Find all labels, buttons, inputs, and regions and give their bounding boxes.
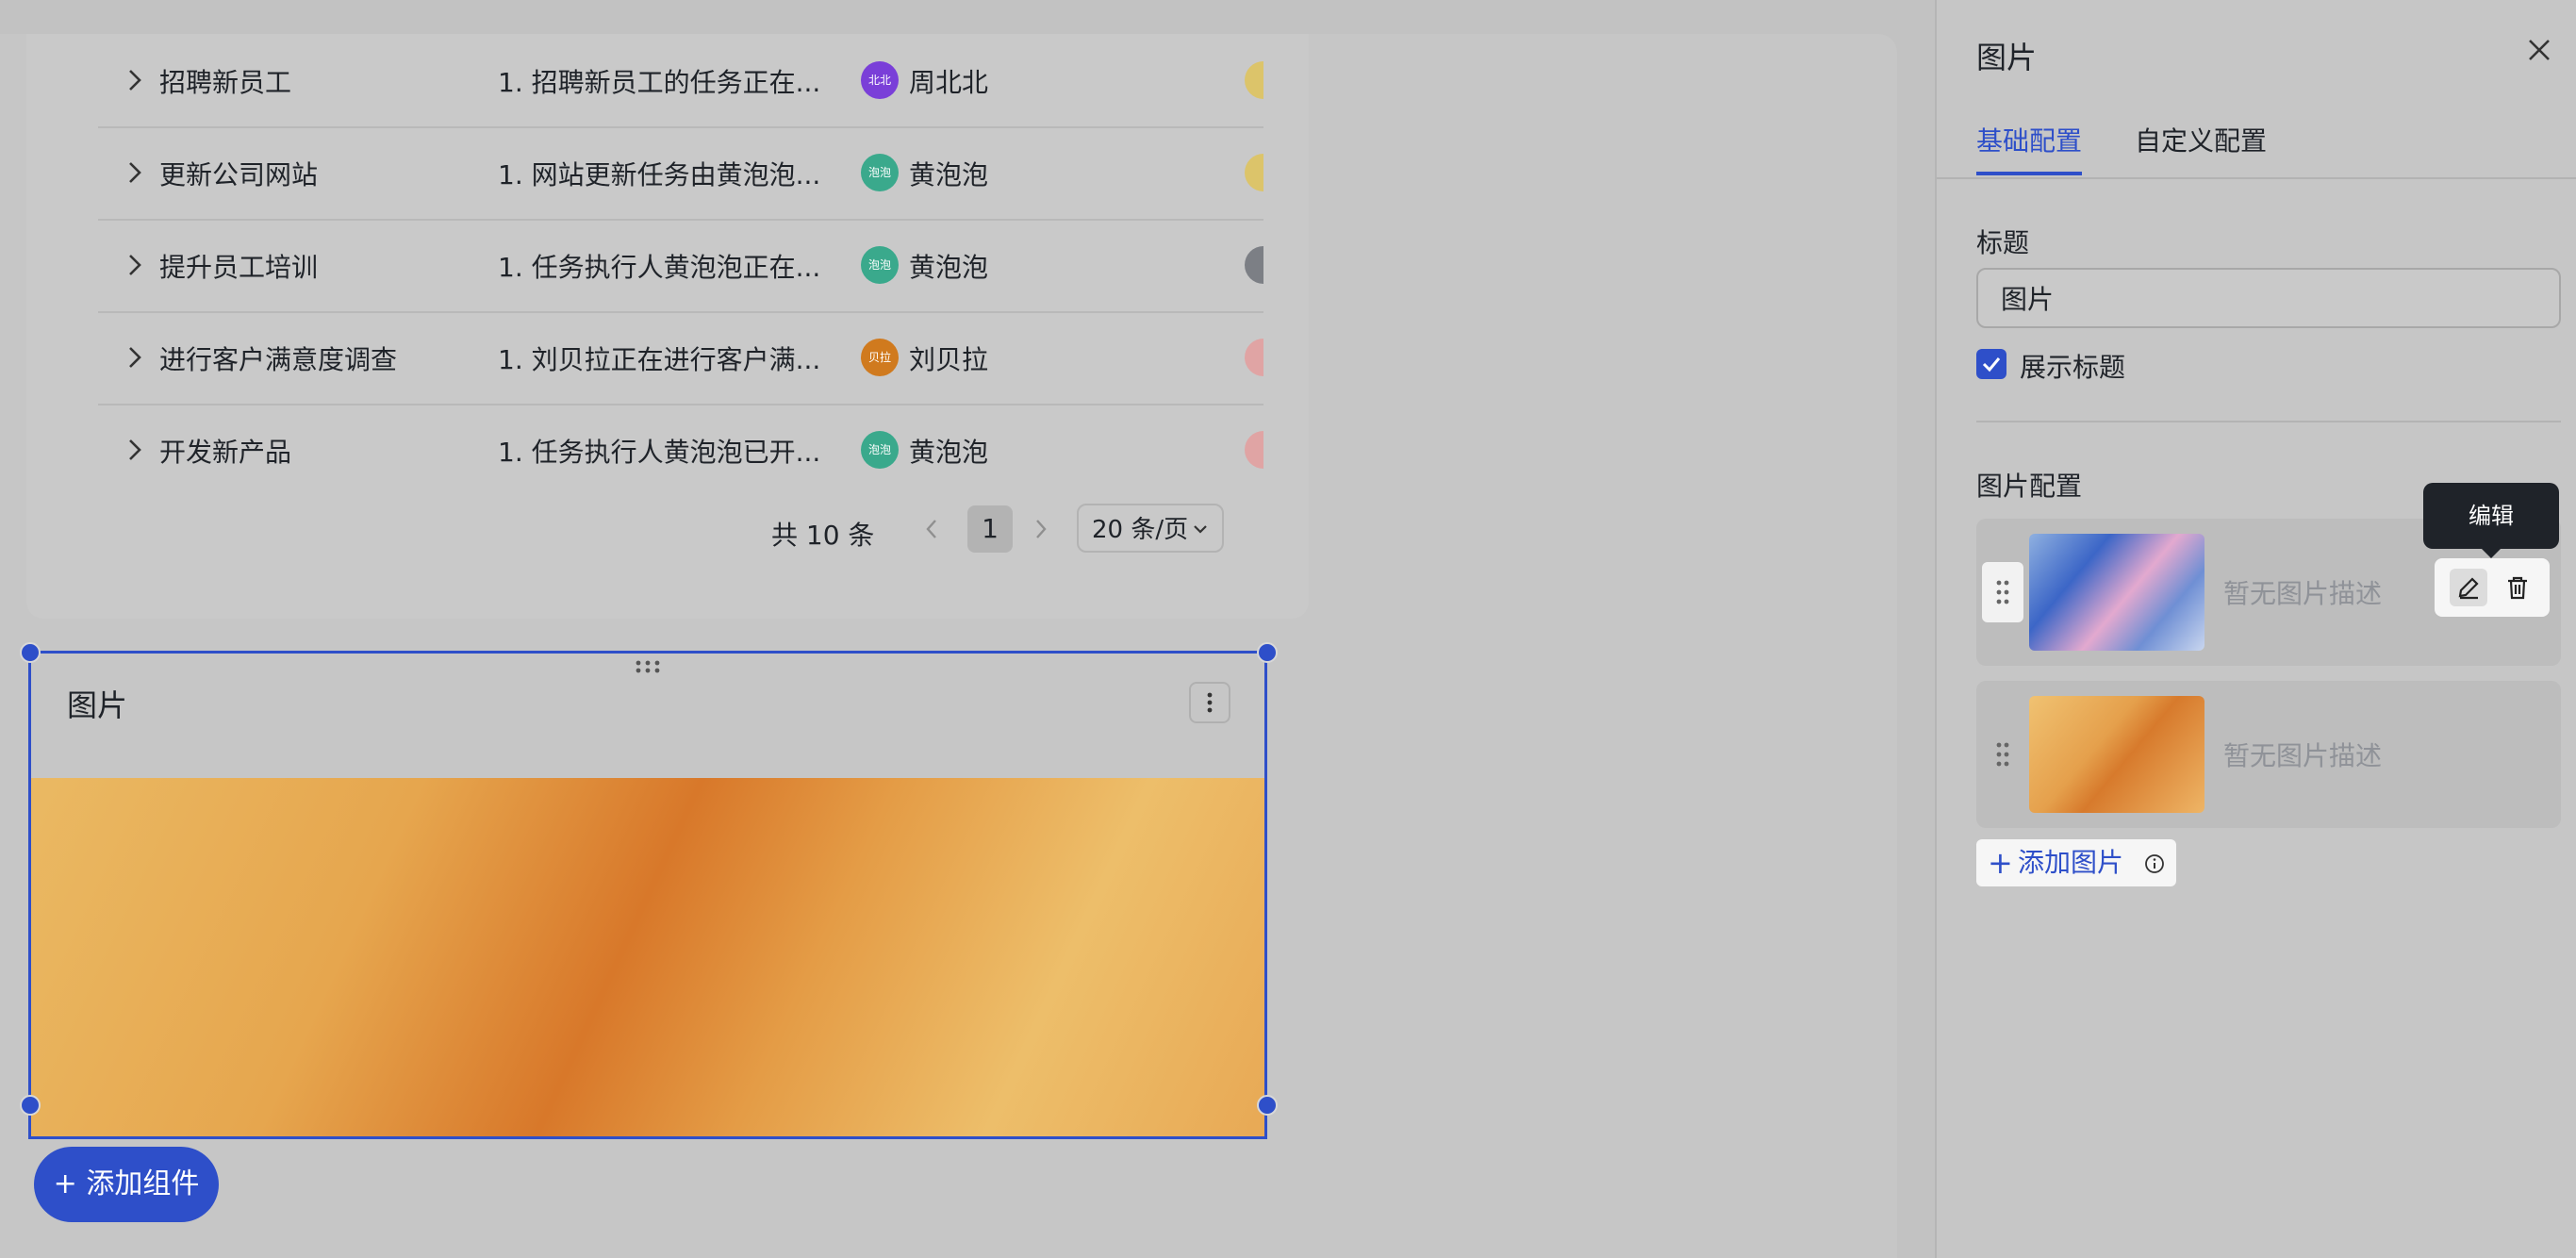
title-input[interactable]	[1976, 268, 2561, 328]
title-label: 标题	[1976, 227, 2030, 258]
page-number-current[interactable]: 1	[967, 505, 1013, 553]
row-desc: 1. 招聘新员工的任务正在...	[498, 67, 821, 98]
chevron-right-icon[interactable]	[124, 345, 145, 370]
chevron-right-icon[interactable]	[124, 160, 145, 185]
table-row[interactable]: 开发新产品 1. 任务执行人黄泡泡已开... 泡泡 黄泡泡	[98, 404, 1263, 496]
avatar: 泡泡	[861, 154, 899, 191]
config-panel: 图片 基础配置 自定义配置 标题 展示标题 图片配置 暂无图片描述	[1935, 0, 2576, 1258]
resize-handle[interactable]	[1257, 642, 1278, 663]
grip-icon	[1996, 580, 2009, 604]
image-thumbnail	[2029, 696, 2204, 813]
chevron-right-icon[interactable]	[124, 253, 145, 277]
table-widget: 招聘新员工 1. 招聘新员工的任务正在... 北北 周北北 更新公司网站 1. …	[26, 34, 1309, 619]
widget-title: 图片	[67, 687, 128, 723]
image-banner	[31, 778, 1264, 1136]
page-size-select[interactable]: 20 条/页	[1077, 504, 1224, 553]
section-divider	[1976, 421, 2561, 422]
resize-handle[interactable]	[1257, 1095, 1278, 1116]
delete-button[interactable]	[2499, 569, 2536, 606]
chevron-left-icon[interactable]	[924, 517, 939, 541]
tabs-divider	[1937, 177, 2576, 179]
row-person: 周北北	[909, 67, 989, 98]
image-actions	[2435, 558, 2550, 617]
active-tab-indicator	[1976, 172, 2082, 175]
row-desc: 1. 任务执行人黄泡泡已开...	[498, 437, 821, 468]
panel-title: 图片	[1976, 40, 2038, 75]
plus-icon: +	[1988, 845, 2013, 881]
image-description: 暂无图片描述	[2223, 740, 2383, 771]
resize-handle[interactable]	[20, 642, 41, 663]
resize-handle[interactable]	[20, 1095, 41, 1116]
avatar: 北北	[861, 61, 899, 99]
row-person: 刘贝拉	[909, 344, 989, 375]
avatar: 贝拉	[861, 339, 899, 376]
image-list-item[interactable]: 暂无图片描述	[1976, 681, 2561, 828]
image-widget[interactable]: 图片	[28, 651, 1267, 1139]
close-icon[interactable]	[2525, 36, 2553, 64]
grip-icon	[1996, 742, 2009, 767]
show-title-label: 展示标题	[2020, 352, 2126, 383]
row-name: 更新公司网站	[159, 159, 319, 190]
status-tag	[1245, 246, 1263, 284]
avatar: 泡泡	[861, 246, 899, 284]
table-row[interactable]: 进行客户满意度调查 1. 刘贝拉正在进行客户满... 贝拉 刘贝拉	[98, 311, 1263, 406]
drag-handle[interactable]	[1982, 562, 2023, 622]
row-desc: 1. 网站更新任务由黄泡泡...	[498, 159, 821, 190]
status-tag	[1245, 339, 1263, 376]
table-row[interactable]: 招聘新员工 1. 招聘新员工的任务正在... 北北 周北北	[98, 34, 1263, 128]
add-component-button[interactable]: + 添加组件	[34, 1147, 219, 1222]
more-vertical-icon	[1207, 692, 1213, 713]
row-person: 黄泡泡	[909, 252, 989, 283]
check-icon	[1982, 357, 2001, 372]
table-row[interactable]: 更新公司网站 1. 网站更新任务由黄泡泡... 泡泡 黄泡泡	[98, 126, 1263, 221]
row-name: 开发新产品	[159, 437, 292, 468]
tab-basic-config[interactable]: 基础配置	[1976, 121, 2082, 158]
chevron-right-icon[interactable]	[124, 68, 145, 92]
trash-icon	[2508, 576, 2527, 600]
status-tag	[1245, 154, 1263, 191]
row-name: 进行客户满意度调查	[159, 344, 398, 375]
info-icon[interactable]	[2144, 853, 2165, 874]
image-thumbnail	[2029, 534, 2204, 651]
tab-custom-config[interactable]: 自定义配置	[2135, 121, 2267, 158]
row-name: 招聘新员工	[159, 67, 292, 98]
show-title-checkbox[interactable]	[1976, 349, 2006, 379]
table-row[interactable]: 提升员工培训 1. 任务执行人黄泡泡正在... 泡泡 黄泡泡	[98, 219, 1263, 313]
add-image-label: 添加图片	[2018, 847, 2124, 878]
add-image-button[interactable]: + 添加图片	[1976, 839, 2176, 886]
row-person: 黄泡泡	[909, 159, 989, 190]
chevron-right-icon[interactable]	[124, 438, 145, 462]
more-menu-button[interactable]	[1189, 682, 1230, 723]
pagination-total: 共 10 条	[771, 520, 875, 551]
row-name: 提升员工培训	[159, 252, 319, 283]
status-tag	[1245, 61, 1263, 99]
drag-handle[interactable]	[1982, 724, 2023, 785]
edit-button[interactable]	[2450, 569, 2487, 606]
image-description: 暂无图片描述	[2223, 578, 2383, 609]
edit-tooltip: 编辑	[2423, 483, 2559, 558]
image-config-label: 图片配置	[1976, 471, 2083, 502]
avatar: 泡泡	[861, 431, 899, 469]
chevron-right-icon[interactable]	[1033, 517, 1049, 541]
chevron-down-icon	[1194, 525, 1207, 534]
row-desc: 1. 刘贝拉正在进行客户满...	[498, 344, 821, 375]
drag-dots-icon[interactable]	[635, 659, 661, 674]
row-person: 黄泡泡	[909, 437, 989, 468]
edit-icon	[2458, 577, 2479, 600]
status-tag	[1245, 431, 1263, 469]
page-size-label: 20 条/页	[1092, 516, 1189, 544]
row-desc: 1. 任务执行人黄泡泡正在...	[498, 252, 821, 283]
